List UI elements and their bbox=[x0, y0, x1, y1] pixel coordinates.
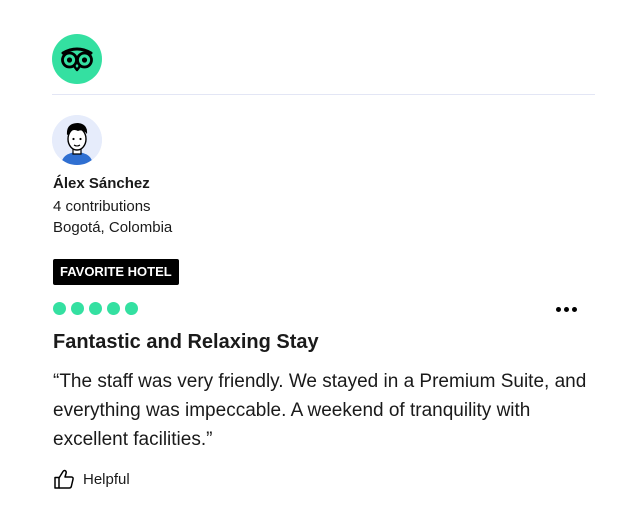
more-options-icon bbox=[555, 306, 561, 312]
more-options-icon bbox=[563, 306, 569, 312]
review-text: “The staff was very friendly. We stayed … bbox=[53, 371, 587, 450]
rating-bubble-icon bbox=[107, 302, 120, 315]
rating-bubble-icon bbox=[125, 302, 138, 315]
reviewer-contributions: 4 contributions bbox=[53, 198, 151, 215]
header-divider bbox=[52, 94, 595, 95]
favorite-hotel-badge: FAVORITE HOTEL bbox=[53, 259, 179, 285]
rating-bubble-icon bbox=[89, 302, 102, 315]
avatar[interactable] bbox=[52, 115, 102, 165]
rating-bubbles bbox=[53, 302, 138, 315]
rating-bubble-icon bbox=[53, 302, 66, 315]
avatar-illustration-icon bbox=[52, 115, 102, 165]
more-options-button[interactable] bbox=[551, 300, 581, 318]
thumbs-up-icon bbox=[54, 469, 74, 489]
review-title[interactable]: Fantastic and Relaxing Stay bbox=[53, 331, 319, 354]
more-options-icon bbox=[571, 306, 577, 312]
reviewer-location: Bogotá, Colombia bbox=[53, 219, 173, 236]
helpful-label: Helpful bbox=[83, 470, 130, 488]
helpful-button[interactable]: Helpful bbox=[53, 465, 130, 493]
rating-bubble-icon bbox=[71, 302, 84, 315]
tripadvisor-logo-icon[interactable] bbox=[52, 34, 102, 84]
owl-logo-icon bbox=[52, 34, 102, 84]
reviewer-name[interactable]: Álex Sánchez bbox=[53, 175, 150, 192]
